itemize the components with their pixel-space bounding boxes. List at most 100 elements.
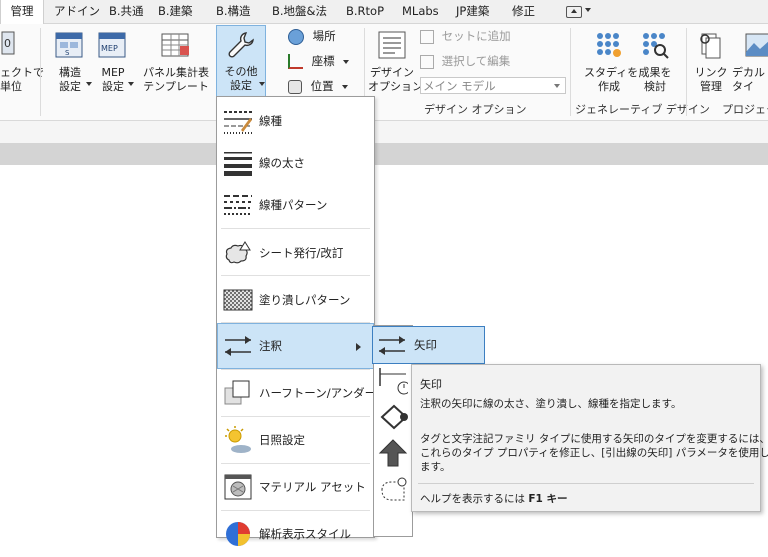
- tab-modify[interactable]: 修正: [512, 0, 535, 23]
- explore-outcomes-button[interactable]: 成果を 検討: [634, 26, 676, 100]
- arrowheads-tooltip: 矢印 注釈の矢印に線の太さ、塗り潰し、線種を指定します。 タグと文字注記ファミリ…: [411, 364, 768, 512]
- pick-to-edit-label: 選択して編集: [441, 54, 511, 68]
- coordinates-label: 座標: [311, 54, 335, 68]
- design-options-icon: [378, 31, 406, 59]
- menu-item-label: 線種パターン: [259, 198, 328, 212]
- tab-mlabs[interactable]: MLabs: [402, 0, 439, 23]
- add-to-set-label: セットに追加: [441, 29, 511, 43]
- other-settings-button[interactable]: その他 設定: [216, 25, 266, 98]
- svg-text:MEP: MEP: [101, 44, 118, 53]
- mep-settings-icon: MEP: [98, 32, 126, 58]
- manage-links-button[interactable]: リンク 管理: [690, 26, 732, 100]
- halftone-icon: [224, 380, 250, 405]
- menu-item-sheet-issues-revisions[interactable]: シート発行/改訂: [218, 230, 373, 276]
- other-settings-menu: 線種 線の太さ 線種パターン シート発行/改訂 塗り潰しパターン 注釈 ハーフト…: [216, 96, 399, 546]
- tab-b-rtop[interactable]: B.RtoP: [346, 0, 384, 23]
- structural-settings-button[interactable]: S 構造 設定: [48, 26, 92, 100]
- mep-settings-label: MEP 設定: [101, 66, 125, 93]
- tab-manage[interactable]: 管理: [0, 0, 44, 24]
- tab-b-ground-law[interactable]: B.地盤&法: [272, 0, 327, 23]
- create-study-label: スタディを 作成: [584, 66, 639, 93]
- line-styles-icon: [224, 111, 252, 134]
- coordinates-icon: [288, 54, 303, 69]
- ribbon-footer: [0, 121, 768, 143]
- menu-item-label: 注釈: [259, 339, 282, 353]
- arrow-up-icon[interactable]: [378, 438, 408, 468]
- tab-b-structure[interactable]: B.構造: [216, 0, 251, 23]
- manage-links-label: リンク 管理: [694, 66, 728, 93]
- coordinates-button[interactable]: 座標: [288, 51, 350, 71]
- other-settings-label: その他 設定: [224, 65, 258, 92]
- decal-types-button[interactable]: デカル タイ: [732, 26, 768, 100]
- tab-addins[interactable]: アドイン: [54, 0, 100, 23]
- menu-item-label: 線の太さ: [259, 156, 305, 170]
- menu-item-annotations[interactable]: 注釈: [217, 323, 374, 369]
- position-icon: [288, 79, 302, 94]
- decal-types-icon: [745, 33, 768, 57]
- tooltip-help-key: F1 キー: [528, 493, 568, 505]
- menu-item-label: 塗り潰しパターン: [259, 293, 351, 307]
- tooltip-help-text: ヘルプを表示するには: [420, 493, 529, 505]
- arrowheads-icon: [379, 336, 405, 355]
- submenu-item-arrowheads[interactable]: 矢印: [372, 326, 485, 364]
- menu-item-sun-settings[interactable]: 日照設定: [218, 417, 373, 463]
- design-option-select[interactable]: メイン モデル: [420, 77, 566, 94]
- ribbon-separator: [570, 28, 571, 116]
- location-button[interactable]: 場所: [288, 26, 336, 46]
- menu-divider: [221, 228, 370, 229]
- project-units-icon: 0: [1, 31, 15, 55]
- panel-schedule-icon: [161, 33, 189, 57]
- chevron-down-icon[interactable]: [585, 8, 591, 12]
- chevron-right-icon: [356, 343, 361, 351]
- tab-b-architecture[interactable]: B.建築: [158, 0, 193, 23]
- add-to-set-icon: [420, 29, 434, 44]
- menu-item-analysis-display-styles[interactable]: 解析表示スタイル: [218, 511, 373, 557]
- project-units-button[interactable]: 0 ェクトで 単位: [0, 26, 44, 100]
- ribbon-panel: 0 ェクトで 単位 S 構造 設定 MEP MEP 設定 パネル集計表 テンプレ…: [0, 24, 768, 121]
- menu-item-line-styles[interactable]: 線種: [218, 98, 373, 144]
- chevron-down-icon: [128, 82, 134, 86]
- menu-item-material-assets[interactable]: マテリアル アセット: [218, 464, 373, 510]
- sun-icon: [225, 426, 251, 453]
- material-asset-icon: [224, 474, 252, 500]
- chevron-down-icon: [342, 84, 349, 89]
- tooltip-detail-line: これらのタイプ プロパティを修正し、[引出線の矢印] パラメータを使用し: [420, 447, 768, 459]
- create-study-icon: [597, 33, 621, 57]
- panel-toggle-icon[interactable]: [566, 6, 582, 18]
- menu-item-halftone-underlay[interactable]: ハーフトーン/アンダーレイ: [218, 370, 399, 416]
- tooltip-help-hint: ヘルプを表示するには F1 キー: [420, 491, 567, 506]
- explore-outcomes-icon: [643, 33, 669, 59]
- menu-divider: [221, 275, 370, 276]
- menu-item-line-weights[interactable]: 線の太さ: [218, 140, 373, 186]
- chevron-down-icon: [554, 84, 560, 88]
- revision-cloud-icon: [225, 241, 251, 264]
- svg-text:0: 0: [4, 37, 11, 50]
- design-options-button[interactable]: デザイン オプション: [368, 26, 423, 100]
- create-study-button[interactable]: スタディを 作成: [584, 26, 639, 100]
- tab-b-common[interactable]: B.共通: [109, 0, 144, 23]
- position-button[interactable]: 位置: [288, 76, 349, 96]
- design-options-group-label: デザイン オプション: [424, 103, 527, 116]
- spot-elevation-icon[interactable]: [378, 476, 408, 506]
- view-tab-bar: [0, 143, 768, 165]
- tag-icon[interactable]: [378, 402, 408, 432]
- wrench-icon: [228, 32, 254, 58]
- menu-item-fill-patterns[interactable]: 塗り潰しパターン: [218, 277, 373, 323]
- analysis-display-icon: [226, 522, 250, 546]
- generative-design-group-label: ジェネレーティブ デザイン: [575, 103, 710, 116]
- structural-settings-icon: S: [55, 32, 83, 58]
- chevron-down-icon: [343, 59, 350, 64]
- menu-item-line-patterns[interactable]: 線種パターン: [218, 182, 373, 228]
- add-to-set-button[interactable]: セットに追加: [420, 26, 511, 46]
- tab-jp-architecture[interactable]: JP建築: [456, 0, 489, 23]
- design-option-value: メイン モデル: [423, 79, 496, 93]
- menu-item-label: シート発行/改訂: [259, 246, 344, 260]
- tooltip-detail-line: ます。: [420, 461, 451, 473]
- dimension-icon[interactable]: [378, 366, 408, 396]
- panel-schedule-templates-button[interactable]: パネル集計表 テンプレート: [138, 26, 214, 100]
- location-label: 場所: [312, 29, 336, 43]
- pick-to-edit-button[interactable]: 選択して編集: [420, 51, 510, 71]
- mep-settings-button[interactable]: MEP MEP 設定: [92, 26, 134, 100]
- manage-links-icon: [700, 33, 721, 59]
- tooltip-description: 注釈の矢印に線の太さ、塗り潰し、線種を指定します。: [420, 398, 682, 410]
